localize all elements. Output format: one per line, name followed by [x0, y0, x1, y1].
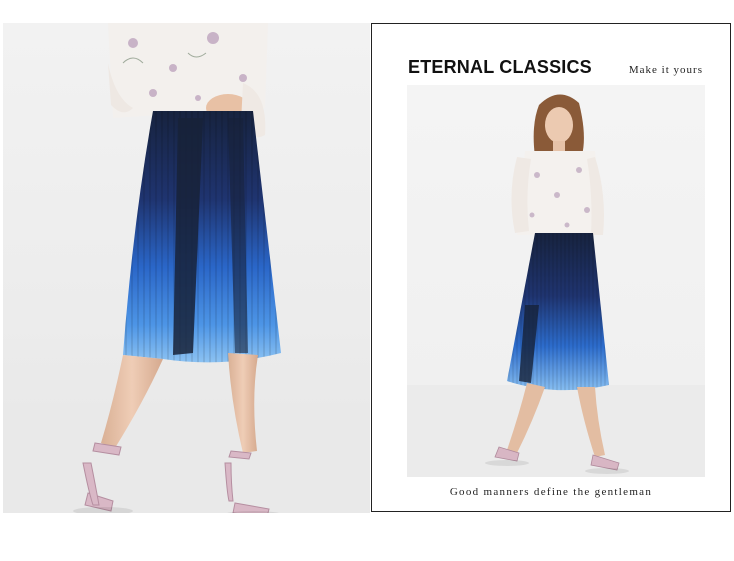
card-caption: Good manners define the gentleman — [449, 486, 653, 498]
card-title: ETERNAL CLASSICS — [408, 57, 592, 77]
model-full-body-illustration — [407, 94, 705, 477]
face — [545, 107, 573, 143]
eternal-classics-card: ETERNAL CLASSICS Make it yours Good mann… — [371, 23, 731, 512]
card-subtitle: Make it yours — [628, 64, 703, 76]
left-product-photo — [3, 23, 370, 513]
full-body-photo — [407, 85, 705, 477]
skirt-closeup-illustration — [3, 23, 370, 513]
